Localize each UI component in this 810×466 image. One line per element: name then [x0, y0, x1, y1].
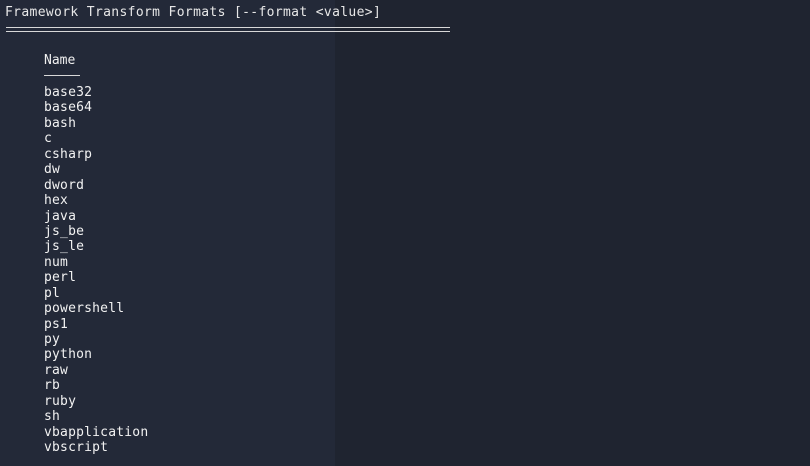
format-item: ps1 [44, 316, 69, 332]
format-item: powershell [44, 301, 125, 317]
format-item: js_le [44, 239, 85, 255]
format-item: raw [44, 362, 69, 378]
format-item: sh [44, 409, 61, 425]
format-item: vbscript [44, 440, 109, 456]
format-item: java [44, 208, 77, 224]
terminal-window: Framework Transform Formats [--format <v… [0, 0, 810, 466]
format-item: dw [44, 162, 61, 178]
heading-underline [6, 27, 450, 32]
format-item: csharp [44, 146, 93, 162]
terminal-heading: Framework Transform Formats [--format <v… [5, 5, 382, 20]
format-item: vbapplication [44, 424, 149, 440]
format-item: py [44, 332, 61, 347]
format-item: c [44, 131, 53, 147]
name-column-header: Name [44, 53, 76, 68]
format-item: num [44, 254, 69, 270]
format-item: base32 [44, 85, 93, 100]
format-item: dword [44, 177, 85, 193]
format-item: bash [44, 115, 77, 131]
format-item: rb [44, 378, 61, 394]
format-item: python [44, 347, 93, 363]
format-item: hex [44, 193, 69, 209]
name-column-underline [44, 75, 80, 76]
format-item: js_be [44, 223, 85, 239]
format-item: pl [44, 285, 61, 301]
format-list: base32 base64 bash c csharp dw dword hex… [44, 85, 148, 456]
format-item: perl [44, 270, 77, 286]
format-item: ruby [44, 393, 77, 409]
format-item: base64 [44, 100, 93, 116]
